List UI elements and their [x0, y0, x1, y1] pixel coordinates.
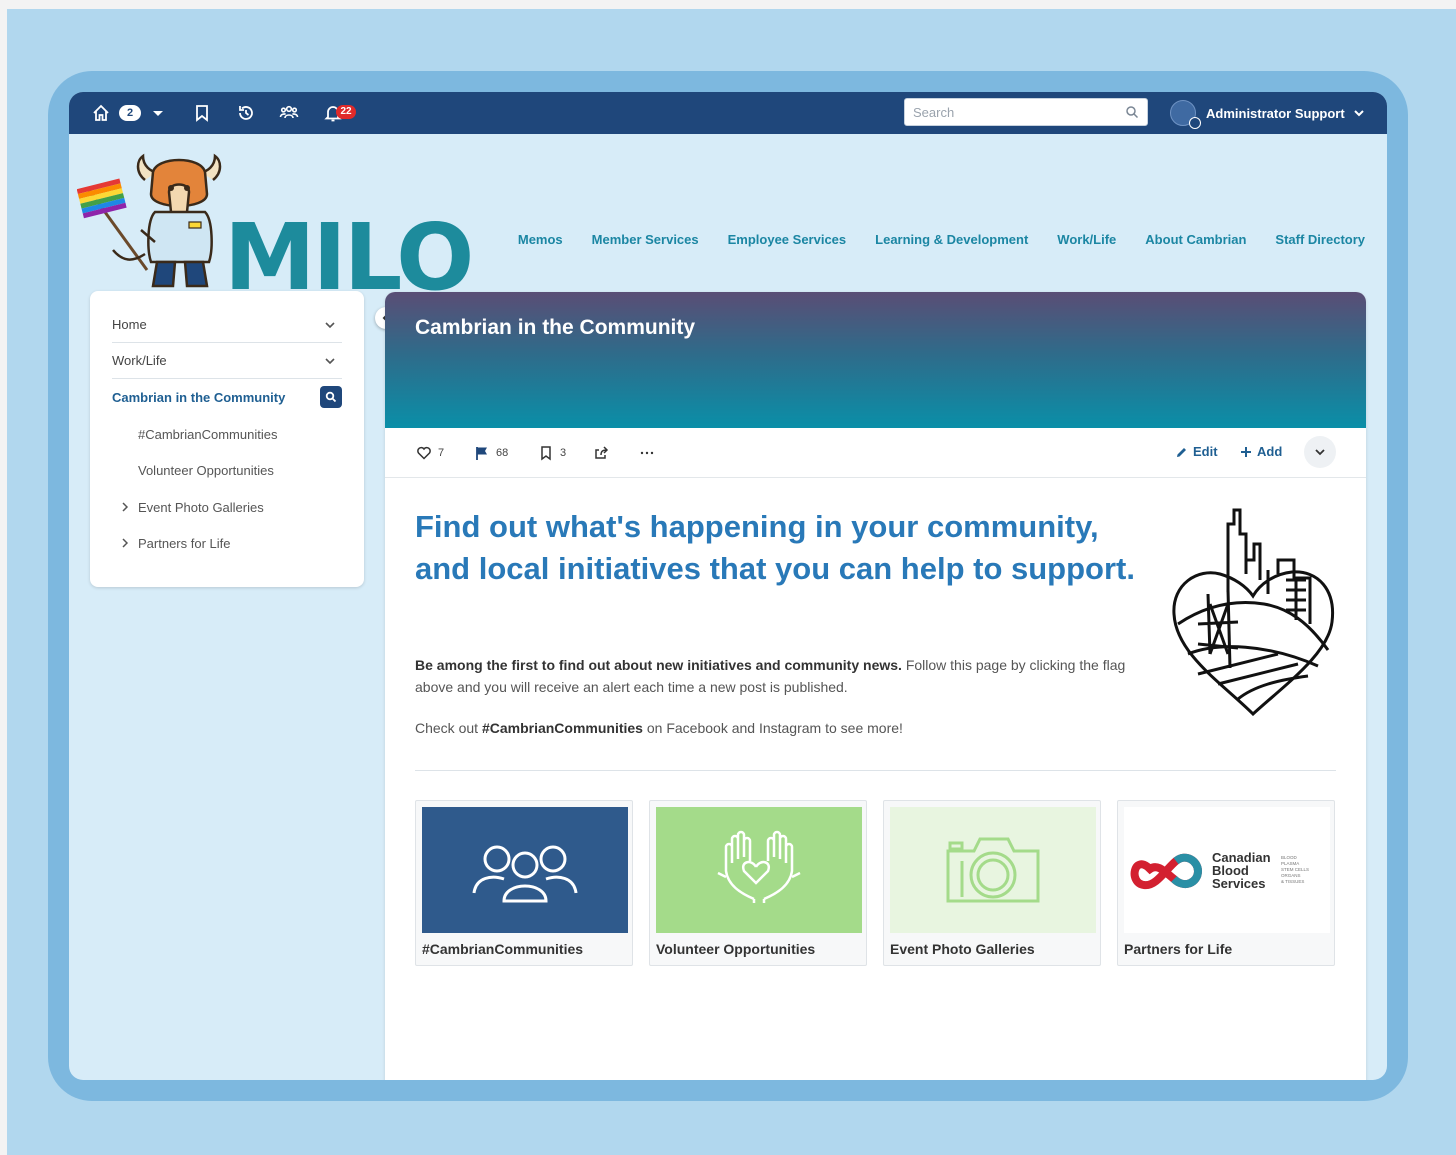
heart-icon	[417, 446, 431, 460]
action-bar: 7 68 3 Edit Add	[385, 428, 1366, 478]
sidebar-item-cambrian-community[interactable]: Cambrian in the Community	[112, 379, 342, 415]
card-cambrian-communities[interactable]: #CambrianCommunities	[415, 800, 633, 966]
card-partners-for-life[interactable]: Canadian Blood Services BLOOD PLASMA STEM …	[1117, 800, 1335, 966]
share-icon	[595, 446, 609, 459]
more-icon	[640, 451, 654, 455]
page-banner: Cambrian in the Community	[385, 292, 1366, 428]
card-label: Partners for Life	[1124, 941, 1233, 957]
notification-count-badge: 22	[336, 105, 356, 119]
like-count: 7	[438, 447, 445, 459]
sidebar-item-label: Event Photo Galleries	[138, 500, 264, 515]
sidebar-item-label: Cambrian in the Community	[112, 389, 286, 405]
nav-member-services[interactable]: Member Services	[592, 232, 699, 247]
social-pre: Check out	[415, 720, 482, 736]
svg-text:ORGANS: ORGANS	[1281, 873, 1301, 878]
add-button[interactable]: Add	[1240, 444, 1282, 459]
chevron-down-icon[interactable]	[153, 111, 163, 116]
nav-about-cambrian[interactable]: About Cambrian	[1145, 232, 1246, 247]
user-name: Administrator Support	[1206, 105, 1345, 121]
user-menu[interactable]: Administrator Support	[1170, 98, 1365, 129]
people-icon[interactable]	[279, 103, 299, 123]
bookmark-icon	[541, 446, 551, 461]
nav-staff-directory[interactable]: Staff Directory	[1275, 232, 1365, 247]
nav-learning-development[interactable]: Learning & Development	[875, 232, 1028, 247]
avatar	[1170, 100, 1201, 129]
main-nav: Memos Member Services Employee Services …	[489, 232, 1365, 247]
social-hashtag: #CambrianCommunities	[481, 720, 643, 736]
milo-logo[interactable]: MILO	[77, 150, 474, 304]
app-screen: 2 22 Administrator Support	[69, 92, 1387, 1080]
sidebar-item-work-life[interactable]: Work/Life	[112, 343, 342, 379]
card-volunteer-opportunities[interactable]: Volunteer Opportunities	[649, 800, 867, 966]
card-label: Event Photo Galleries	[890, 941, 1035, 957]
social-paragraph: Check out #CambrianCommunities on Facebo…	[415, 720, 1155, 736]
search-icon[interactable]	[1125, 105, 1139, 119]
card-label: Volunteer Opportunities	[656, 941, 816, 957]
plus-icon	[1241, 446, 1251, 457]
svg-text:STEM CELLS: STEM CELLS	[1281, 867, 1309, 872]
flag-icon	[476, 447, 487, 460]
pencil-icon	[1177, 447, 1186, 457]
history-icon[interactable]	[236, 103, 256, 123]
sidebar-item-label: Home	[112, 317, 147, 332]
city-heart-icon	[1172, 508, 1335, 716]
home-count-badge: 2	[119, 105, 141, 121]
intro-paragraph: Be among the first to find out about new…	[415, 654, 1155, 698]
svg-text:& TISSUES: & TISSUES	[1281, 879, 1304, 884]
nav-memos[interactable]: Memos	[518, 232, 563, 247]
sidebar-item-home[interactable]: Home	[112, 307, 342, 343]
search-input[interactable]	[905, 99, 1115, 125]
svg-text:PLASMA: PLASMA	[1281, 861, 1299, 866]
sidebar-subitem-cambrian-communities[interactable]: #CambrianCommunities	[138, 427, 277, 442]
bookmark-button[interactable]: 3	[538, 444, 566, 462]
status-icon	[1189, 117, 1201, 129]
chevron-right-icon[interactable]	[120, 538, 130, 548]
chevron-down-icon[interactable]	[324, 319, 336, 331]
nav-employee-services[interactable]: Employee Services	[728, 232, 847, 247]
follow-button[interactable]: 68	[474, 444, 508, 462]
add-label: Add	[1257, 444, 1283, 459]
bookmark-icon[interactable]	[192, 103, 212, 123]
main-content: Cambrian in the Community 7 68 3 Edit Ad…	[385, 292, 1366, 1080]
chevron-right-icon[interactable]	[120, 502, 130, 512]
sidebar: Home Work/Life Cambrian in the Community…	[90, 291, 364, 587]
sidebar-subitem-partners[interactable]: Partners for Life	[122, 536, 231, 551]
chevron-down-icon	[1315, 449, 1325, 456]
camera-icon	[890, 807, 1096, 933]
card-event-photo-galleries[interactable]: Event Photo Galleries	[883, 800, 1101, 966]
top-bar: 2 22 Administrator Support	[69, 92, 1387, 134]
sidebar-item-label: Work/Life	[112, 353, 167, 368]
search-box[interactable]	[904, 98, 1148, 126]
page-headline: Find out what's happening in your commun…	[415, 509, 1135, 586]
follow-count: 68	[496, 447, 509, 459]
edit-label: Edit	[1193, 444, 1218, 459]
chevron-down-icon	[1353, 110, 1364, 117]
nav-work-life[interactable]: Work/Life	[1057, 232, 1116, 247]
sidebar-item-label: Partners for Life	[138, 536, 231, 551]
like-button[interactable]: 7	[416, 444, 444, 462]
edit-button[interactable]: Edit	[1176, 444, 1218, 459]
chevron-down-icon[interactable]	[324, 355, 336, 367]
sidebar-search-button[interactable]	[320, 386, 342, 408]
hands-heart-icon	[656, 807, 862, 933]
search-icon	[325, 391, 337, 403]
expand-button[interactable]	[1304, 436, 1336, 468]
share-button[interactable]	[593, 444, 615, 462]
home-icon[interactable]	[91, 103, 111, 123]
page-title: Cambrian in the Community	[415, 316, 696, 339]
more-button[interactable]	[639, 444, 661, 462]
bookmark-count: 3	[560, 447, 567, 459]
sidebar-subitem-volunteer[interactable]: Volunteer Opportunities	[138, 463, 274, 478]
svg-text:BLOOD: BLOOD	[1281, 855, 1298, 860]
mascot-icon	[77, 153, 222, 288]
content-divider	[415, 770, 1336, 771]
canadian-blood-services-logo: Canadian Blood Services BLOODPLASMASTEM …	[1124, 807, 1330, 933]
sidebar-subitem-event-photos[interactable]: Event Photo Galleries	[122, 500, 264, 515]
community-people-icon	[422, 807, 628, 933]
card-label: #CambrianCommunities	[422, 941, 584, 957]
svg-text:Services: Services	[1212, 876, 1266, 891]
intro-bold: Be among the first to find out about new…	[415, 657, 902, 673]
social-post: on Facebook and Instagram to see more!	[642, 720, 903, 736]
